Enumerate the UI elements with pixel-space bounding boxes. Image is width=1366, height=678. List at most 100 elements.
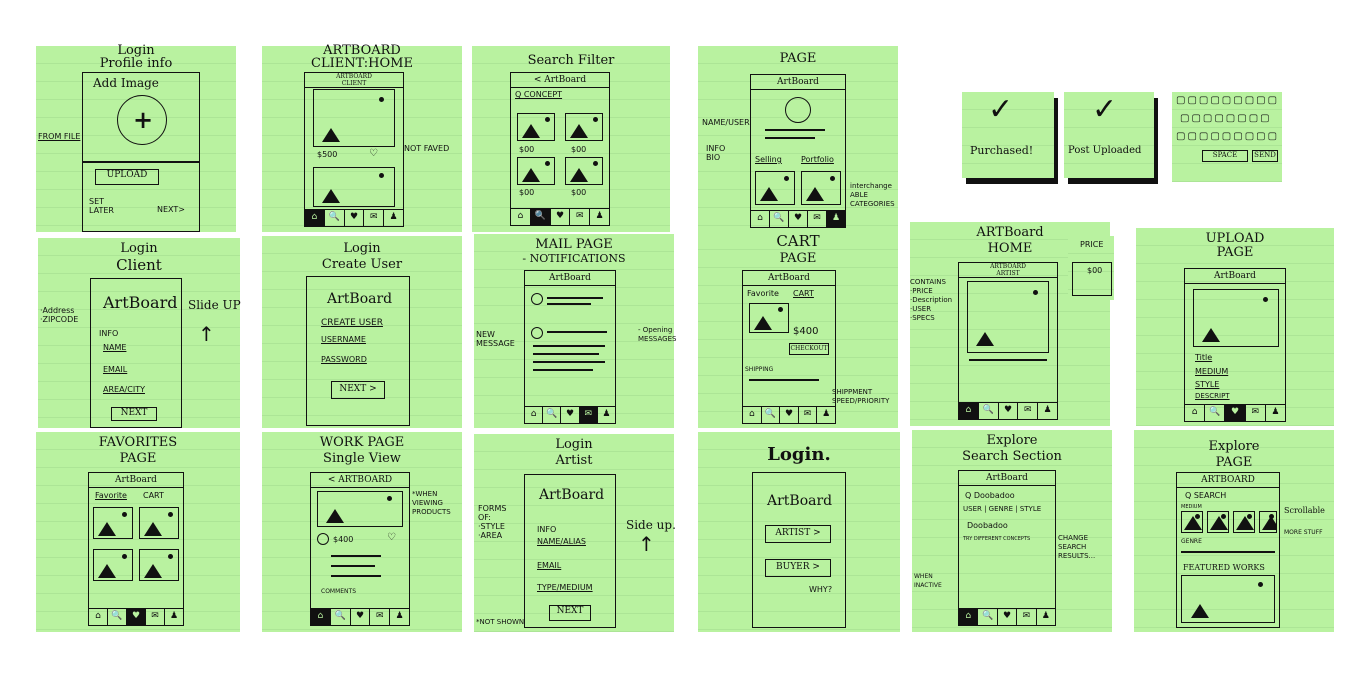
search-icon[interactable]: 🔍 xyxy=(979,403,999,419)
artwork-image[interactable] xyxy=(755,171,795,205)
artwork-image[interactable] xyxy=(967,281,1049,353)
mail-icon[interactable]: ✉ xyxy=(146,609,165,625)
title-field[interactable]: Title xyxy=(1195,353,1212,362)
home-icon[interactable]: ⌂ xyxy=(959,403,979,419)
mail-icon[interactable]: ✉ xyxy=(808,211,827,227)
user-icon[interactable]: ♟ xyxy=(1038,403,1057,419)
search-icon[interactable]: 🔍 xyxy=(325,210,345,226)
genre-bar[interactable] xyxy=(1181,551,1275,553)
heart-icon[interactable]: ♥ xyxy=(998,609,1018,625)
home-icon[interactable]: ⌂ xyxy=(311,609,331,625)
mail-icon[interactable]: ✉ xyxy=(1246,405,1266,421)
heart-icon[interactable]: ♥ xyxy=(351,609,371,625)
area-city-field[interactable]: AREA/CITY xyxy=(103,385,145,394)
why-link[interactable]: WHY? xyxy=(809,585,832,594)
heart-icon[interactable]: ♥ xyxy=(789,211,808,227)
artwork-image[interactable] xyxy=(313,89,395,147)
description-field[interactable]: DESCRIPT xyxy=(1195,392,1230,401)
artist-button[interactable]: ARTIST > xyxy=(765,525,831,543)
search-result[interactable]: Doobadoo xyxy=(967,521,1008,530)
search-input[interactable]: Q SEARCH xyxy=(1185,491,1226,500)
heart-icon[interactable]: ♡ xyxy=(369,149,378,159)
comments-label[interactable]: COMMENTS xyxy=(321,587,356,596)
home-icon[interactable]: ⌂ xyxy=(743,407,762,423)
favorite-image[interactable] xyxy=(93,507,133,539)
next-button[interactable]: NEXT xyxy=(549,605,591,621)
name-field[interactable]: NAME xyxy=(103,343,126,352)
heart-icon[interactable]: ♡ xyxy=(387,533,396,543)
user-icon[interactable]: ♟ xyxy=(384,210,403,226)
heart-icon[interactable]: ♥ xyxy=(345,210,365,226)
medium-thumb[interactable] xyxy=(1181,511,1203,533)
set-later-link[interactable]: SET LATER xyxy=(89,197,114,215)
next-button[interactable]: NEXT xyxy=(111,407,157,421)
result-image[interactable] xyxy=(565,113,603,141)
tab-cart[interactable]: CART xyxy=(143,491,164,500)
style-field[interactable]: STYLE xyxy=(1195,380,1219,389)
artwork-image[interactable] xyxy=(317,491,403,527)
home-icon[interactable]: ⌂ xyxy=(525,407,544,423)
username-field[interactable]: USERNAME xyxy=(321,335,366,344)
result-image[interactable] xyxy=(517,113,555,141)
search-input[interactable]: Q CONCEPT xyxy=(515,90,562,99)
heart-icon[interactable]: ♥ xyxy=(780,407,799,423)
mail-icon[interactable]: ✉ xyxy=(579,407,598,423)
mail-icon[interactable]: ✉ xyxy=(799,407,818,423)
space-key[interactable]: SPACE xyxy=(1202,150,1248,162)
search-input[interactable]: Q Doobadoo xyxy=(965,491,1015,500)
search-icon[interactable]: 🔍 xyxy=(762,407,781,423)
upload-preview-image[interactable] xyxy=(1193,289,1279,347)
next-button[interactable]: NEXT > xyxy=(331,381,385,399)
heart-icon[interactable]: ♥ xyxy=(561,407,580,423)
next-link[interactable]: NEXT> xyxy=(157,205,185,214)
tab-cart[interactable]: CART xyxy=(793,289,814,298)
favorite-image[interactable] xyxy=(93,549,133,581)
mail-icon[interactable]: ✉ xyxy=(364,210,385,226)
search-icon[interactable]: 🔍 xyxy=(543,407,562,423)
password-field[interactable]: PASSWORD xyxy=(321,355,367,364)
search-icon[interactable]: 🔍 xyxy=(530,209,551,225)
upload-icon[interactable]: ♥ xyxy=(1225,405,1246,421)
mail-icon[interactable]: ✉ xyxy=(1018,403,1039,419)
heart-icon[interactable]: ♥ xyxy=(551,209,571,225)
user-icon[interactable]: ♟ xyxy=(1037,609,1055,625)
user-icon[interactable]: ♟ xyxy=(598,407,615,423)
artwork-image[interactable] xyxy=(801,171,841,205)
shipping-slider[interactable] xyxy=(749,379,819,381)
buyer-button[interactable]: BUYER > xyxy=(765,559,831,577)
tab-selling[interactable]: Selling xyxy=(755,155,782,164)
search-icon[interactable]: 🔍 xyxy=(770,211,789,227)
heart-icon[interactable]: ♥ xyxy=(127,609,146,625)
tab-portfolio[interactable]: Portfolio xyxy=(801,155,834,164)
mail-icon[interactable]: ✉ xyxy=(1017,609,1037,625)
user-icon[interactable]: ♟ xyxy=(827,211,845,227)
search-icon[interactable]: 🔍 xyxy=(108,609,127,625)
mail-icon[interactable]: ✉ xyxy=(570,209,591,225)
mail-icon[interactable]: ✉ xyxy=(370,609,391,625)
map-image[interactable] xyxy=(313,167,395,207)
favorite-image[interactable] xyxy=(139,549,179,581)
tab-favorite[interactable]: Favorite xyxy=(95,491,127,500)
name-alias-field[interactable]: NAME/ALIAS xyxy=(537,537,586,546)
home-icon[interactable]: ⌂ xyxy=(305,210,325,226)
user-icon[interactable]: ♟ xyxy=(817,407,835,423)
search-icon[interactable]: 🔍 xyxy=(331,609,351,625)
home-icon[interactable]: ⌂ xyxy=(1185,405,1206,421)
user-icon[interactable]: ♟ xyxy=(1266,405,1285,421)
search-icon[interactable]: 🔍 xyxy=(978,609,998,625)
heart-icon[interactable]: ♥ xyxy=(999,403,1019,419)
email-field[interactable]: EMAIL xyxy=(537,561,561,570)
home-icon[interactable]: ⌂ xyxy=(89,609,108,625)
home-icon[interactable]: ⌂ xyxy=(959,609,979,625)
filter-tabs[interactable]: USER | GENRE | STYLE xyxy=(963,505,1041,514)
featured-artwork[interactable] xyxy=(1181,575,1275,623)
medium-field[interactable]: MEDIUM xyxy=(1195,367,1228,376)
home-icon[interactable]: ⌂ xyxy=(751,211,770,227)
favorite-image[interactable] xyxy=(139,507,179,539)
medium-thumb[interactable] xyxy=(1207,511,1229,533)
checkout-button[interactable]: CHECKOUT xyxy=(789,343,829,355)
user-icon[interactable]: ♟ xyxy=(390,609,409,625)
medium-thumb[interactable] xyxy=(1233,511,1255,533)
email-field[interactable]: EMAIL xyxy=(103,365,127,374)
home-icon[interactable]: ⌂ xyxy=(511,209,531,225)
